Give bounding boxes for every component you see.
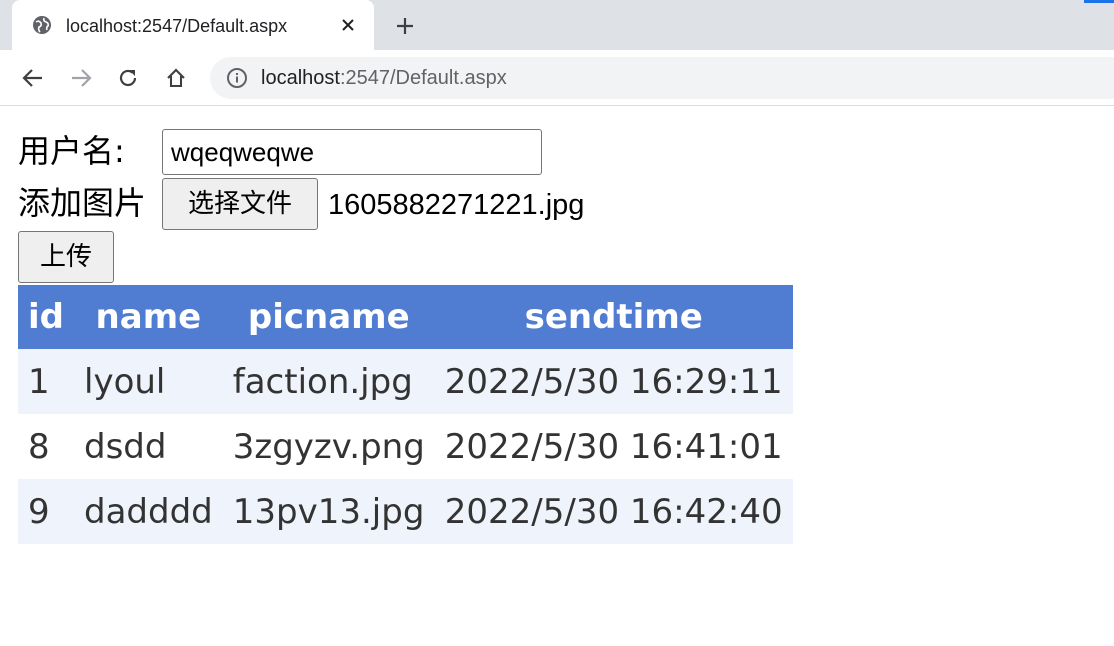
- back-arrow-icon[interactable]: [19, 64, 47, 92]
- records-table: id name picname sendtime 1 lyoul faction…: [18, 285, 793, 544]
- username-input[interactable]: [162, 129, 542, 175]
- username-row: 用户名:: [18, 128, 125, 180]
- cell-name: lyoul: [74, 349, 223, 414]
- home-icon[interactable]: [162, 64, 190, 92]
- cell-sendtime: 2022/5/30 16:29:11: [434, 349, 793, 414]
- address-bar[interactable]: localhost:2547/Default.aspx: [210, 57, 1114, 99]
- column-header-sendtime: sendtime: [434, 285, 793, 349]
- window-accent: [1084, 0, 1114, 3]
- cell-picname: 3zgyzv.png: [222, 414, 435, 479]
- cell-sendtime: 2022/5/30 16:42:40: [434, 479, 793, 544]
- forward-arrow-icon[interactable]: [67, 64, 95, 92]
- url-text: localhost:2547/Default.aspx: [261, 65, 507, 91]
- tab-title: localhost:2547/Default.aspx: [66, 16, 288, 36]
- cell-id: 9: [18, 479, 74, 544]
- table-row: 9 dadddd 13pv13.jpg 2022/5/30 16:42:40: [18, 479, 793, 544]
- table-header-row: id name picname sendtime: [18, 285, 793, 349]
- close-icon[interactable]: [336, 13, 360, 37]
- url-host: localhost: [261, 67, 340, 89]
- plus-icon[interactable]: [392, 13, 418, 39]
- info-icon[interactable]: [226, 67, 248, 89]
- upload-button[interactable]: 上传: [18, 231, 114, 283]
- username-label: 用户名:: [18, 132, 125, 170]
- browser-tab[interactable]: localhost:2547/Default.aspx: [12, 0, 374, 50]
- image-label: 添加图片: [18, 184, 147, 222]
- tab-strip: localhost:2547/Default.aspx: [0, 0, 1114, 52]
- choose-file-button[interactable]: 选择文件: [162, 178, 318, 230]
- cell-picname: 13pv13.jpg: [222, 479, 435, 544]
- browser-toolbar: localhost:2547/Default.aspx: [0, 50, 1114, 106]
- cell-picname: faction.jpg: [222, 349, 435, 414]
- globe-icon: [32, 15, 52, 35]
- cell-id: 8: [18, 414, 74, 479]
- cell-name: dsdd: [74, 414, 223, 479]
- column-header-id: id: [18, 285, 74, 349]
- url-path: :2547/Default.aspx: [339, 67, 507, 89]
- reload-icon[interactable]: [114, 64, 142, 92]
- table-row: 8 dsdd 3zgyzv.png 2022/5/30 16:41:01: [18, 414, 793, 479]
- table-row: 1 lyoul faction.jpg 2022/5/30 16:29:11: [18, 349, 793, 414]
- image-row: 添加图片: [18, 180, 146, 232]
- column-header-picname: picname: [222, 285, 435, 349]
- cell-id: 1: [18, 349, 74, 414]
- column-header-name: name: [74, 285, 223, 349]
- cell-name: dadddd: [74, 479, 223, 544]
- selected-file-name: 1605882271221.jpg: [328, 189, 585, 221]
- cell-sendtime: 2022/5/30 16:41:01: [434, 414, 793, 479]
